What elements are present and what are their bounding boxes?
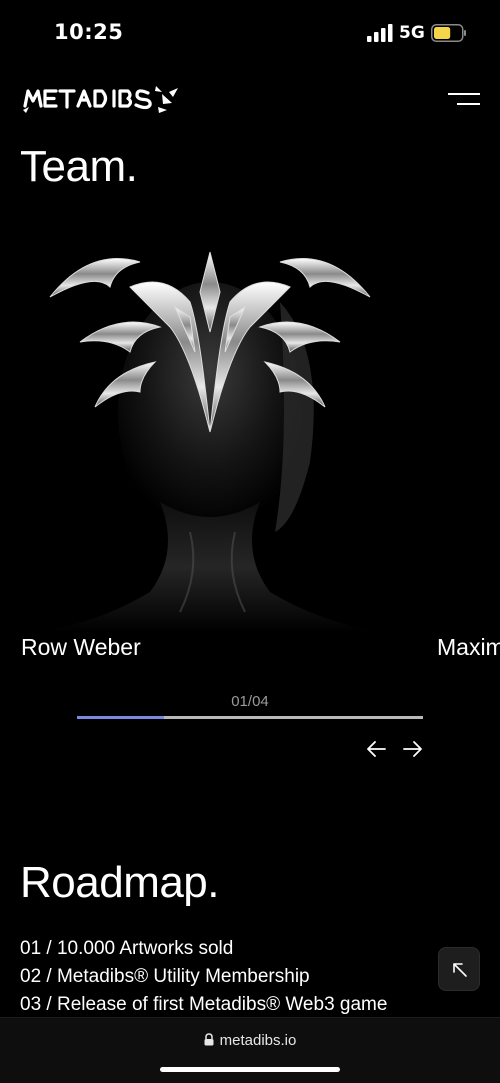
arrow-right-icon[interactable] (401, 737, 425, 761)
status-bar: 10:25 5G (0, 0, 500, 62)
roadmap-item: 03 / Release of first Metadibs® Web3 gam… (20, 994, 388, 1015)
status-time: 10:25 (54, 20, 124, 44)
roadmap-item: 01 / 10.000 Artworks sold (20, 938, 234, 959)
url-text: metadibs.io (219, 1032, 297, 1049)
slider-progress-bar (77, 716, 423, 719)
battery-icon (431, 24, 466, 42)
roadmap-item: 02 / Metadibs® Utility Membership (20, 966, 310, 987)
lock-icon (204, 1033, 214, 1046)
roadmap-title: Roadmap. (20, 858, 220, 907)
team-member-name[interactable]: Maxim (437, 634, 500, 661)
slide-counter: 01/04 (231, 693, 269, 710)
scroll-to-top-button[interactable] (438, 947, 480, 991)
roadmap-list: 01 / 10.000 Artworks sold 02 / Metadibs®… (20, 936, 387, 1020)
team-member-image (40, 251, 380, 632)
arrow-left-icon[interactable] (364, 737, 388, 761)
slider-progress-fill (77, 716, 164, 719)
signal-bars-icon (367, 24, 393, 42)
team-member-name[interactable]: Row Weber (21, 634, 141, 661)
metadibs-logo[interactable] (22, 82, 182, 114)
team-title: Team. (20, 142, 138, 191)
arrow-up-left-icon (453, 963, 467, 977)
network-label: 5G (399, 23, 425, 43)
url-display[interactable]: metadibs.io (0, 1032, 500, 1049)
home-indicator (160, 1067, 340, 1072)
browser-address-bar[interactable]: metadibs.io (0, 1017, 500, 1083)
hamburger-icon[interactable] (446, 88, 482, 110)
